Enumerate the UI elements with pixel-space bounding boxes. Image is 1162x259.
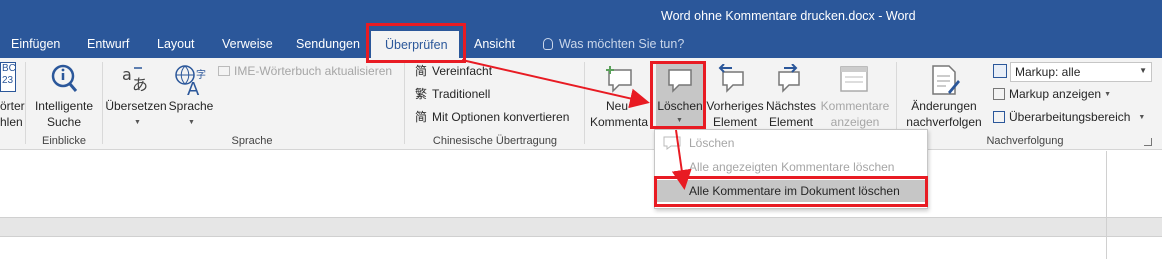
language-label: Sprache (168, 99, 214, 113)
window-title: Word ohne Kommentare drucken.docx - Word (661, 9, 916, 23)
previous-comment-icon (718, 64, 744, 93)
annotation-box-delete-button (650, 61, 706, 129)
simplified-label: Vereinfacht (432, 64, 493, 78)
traditional-label: Traditionell (432, 87, 491, 101)
next-comment-icon (778, 64, 800, 93)
group-label-chinese: Chinesische Übertragung (432, 135, 558, 147)
group-label-insights: Einblicke (41, 135, 87, 147)
new-comment-icon (606, 66, 632, 93)
previous-comment-label-2: Element (712, 115, 758, 129)
smart-lookup-label-1: Intelligente (34, 99, 94, 113)
markup-select-value: Markup: alle (1015, 65, 1081, 79)
translate-icon: a あ (122, 65, 148, 94)
smart-lookup-button[interactable]: Intelligente Suche (30, 62, 98, 132)
menu-item-delete-label: Löschen (689, 136, 735, 150)
annotation-box-delete-all (654, 176, 928, 207)
document-separator (0, 217, 1162, 237)
group-label-tracking: Nachverfolgung (986, 135, 1064, 147)
translate-label: Übersetzen (105, 99, 167, 113)
tab-ansicht[interactable]: Ansicht (474, 37, 515, 51)
language-icon: A 字 (175, 65, 206, 96)
new-comment-label-2: Kommenta (590, 115, 649, 129)
track-changes-label-2: nachverfolgen (906, 115, 982, 129)
chevron-down-icon: ▼ (1104, 90, 1111, 98)
chevron-down-icon: ▼ (1139, 66, 1147, 75)
language-button[interactable]: A 字 Sprache ▼ (166, 62, 216, 130)
convert-options-label: Mit Optionen konvertieren (432, 110, 570, 124)
tab-einfuegen[interactable]: Einfügen (11, 37, 60, 51)
annotation-box-tab (366, 23, 466, 63)
chevron-down-icon: ▼ (1138, 113, 1146, 121)
traditional-chinese-icon: 繁 (414, 87, 427, 101)
next-comment-label-1: Nächstes (765, 99, 817, 113)
document-area (0, 151, 1162, 259)
search-icon (51, 64, 78, 92)
ime-dictionary-button[interactable]: IME-Wörterbuch aktualisieren (218, 64, 392, 78)
markup-select[interactable]: Markup: alle ▼ (1010, 62, 1152, 82)
show-comments-label-2: anzeigen (830, 115, 880, 129)
convert-icon: 简 (414, 110, 427, 124)
word-count-icon-text2: 23 (2, 75, 14, 86)
divider (102, 62, 103, 144)
simplified-button[interactable]: 简 Vereinfacht (414, 64, 492, 78)
svg-text:A: A (187, 79, 200, 96)
tab-layout[interactable]: Layout (157, 37, 195, 51)
next-comment-label-2: Element (768, 115, 814, 129)
track-changes-button[interactable]: Änderungen nachverfolgen (900, 62, 988, 130)
svg-text:a: a (122, 65, 132, 84)
menu-item-delete[interactable]: Löschen (655, 132, 927, 154)
show-markup-icon (993, 88, 1005, 100)
tell-me-placeholder: Was möchten Sie tun? (559, 37, 685, 51)
reviewing-pane-button[interactable]: Überarbeitungsbereich ▼ (993, 110, 1145, 124)
menu-item-delete-shown-label: Alle angezeigten Kommentare löschen (689, 160, 895, 174)
show-comments-icon (840, 66, 868, 92)
tab-verweise[interactable]: Verweise (222, 37, 273, 51)
simplified-chinese-icon: 简 (414, 64, 427, 78)
lightbulb-icon (543, 38, 553, 50)
smart-lookup-label-2: Suche (46, 115, 82, 129)
tell-me-box[interactable]: Was möchten Sie tun? (543, 37, 684, 51)
show-comments-button[interactable]: Kommentare anzeigen (818, 62, 892, 130)
tab-sendungen[interactable]: Sendungen (296, 37, 360, 51)
chevron-down-icon: ▼ (134, 119, 141, 126)
reviewing-pane-label: Überarbeitungsbereich (1009, 110, 1131, 124)
divider (25, 62, 26, 144)
svg-text:字: 字 (196, 68, 206, 81)
display-for-review-icon (993, 64, 1007, 78)
ime-dictionary-label: IME-Wörterbuch aktualisieren (234, 64, 393, 78)
show-markup-label: Markup anzeigen (1009, 87, 1102, 101)
convert-options-button[interactable]: 简 Mit Optionen konvertieren (414, 110, 569, 124)
previous-comment-button[interactable]: Vorheriges Element (706, 62, 764, 130)
show-comments-label-1: Kommentare (820, 99, 890, 113)
menu-item-delete-shown[interactable]: Alle angezeigten Kommentare löschen (655, 156, 927, 178)
reviewing-pane-icon (993, 111, 1005, 123)
track-changes-label-1: Änderungen (911, 99, 977, 113)
new-comment-button[interactable]: Neu Kommenta (588, 62, 650, 130)
proofing-label-2: hlen (0, 115, 23, 129)
proofing-label-1: örter (0, 99, 25, 113)
divider (584, 62, 585, 144)
translate-button[interactable]: a あ Übersetzen ▼ (104, 62, 166, 130)
title-bar: Word ohne Kommentare drucken.docx - Word… (0, 0, 1162, 59)
page-edge (1106, 151, 1107, 259)
show-markup-button[interactable]: Markup anzeigen ▼ (993, 87, 1111, 101)
word-count-icon-text1: BC (2, 63, 16, 74)
chevron-down-icon: ▼ (188, 119, 195, 126)
svg-text:あ: あ (132, 75, 148, 94)
track-changes-icon (932, 65, 960, 95)
divider (404, 62, 405, 144)
word-count-icon[interactable]: BC 23 (0, 62, 16, 92)
dialog-launcher-icon[interactable] (1144, 138, 1152, 146)
tab-entwurf[interactable]: Entwurf (87, 37, 129, 51)
group-label-language: Sprache (231, 135, 273, 147)
next-comment-button[interactable]: Nächstes Element (764, 62, 818, 130)
previous-comment-label-1: Vorheriges (706, 99, 764, 113)
delete-comment-icon (663, 136, 681, 150)
traditional-button[interactable]: 繁 Traditionell (414, 87, 490, 101)
ime-dictionary-icon (218, 66, 230, 76)
